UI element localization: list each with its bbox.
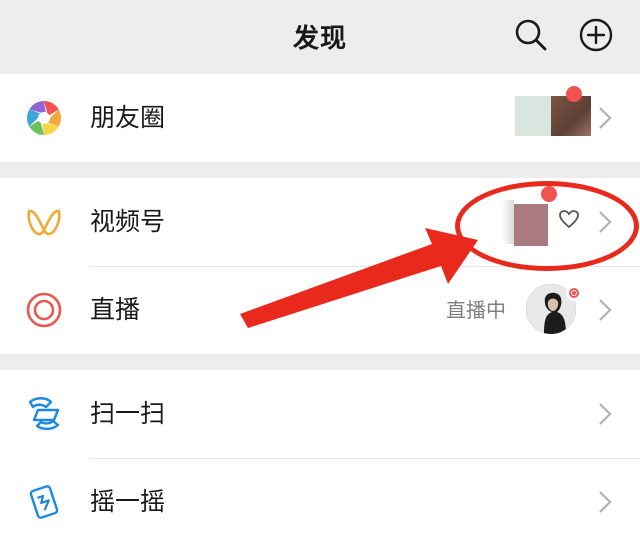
- annotation-arrow: [240, 228, 478, 328]
